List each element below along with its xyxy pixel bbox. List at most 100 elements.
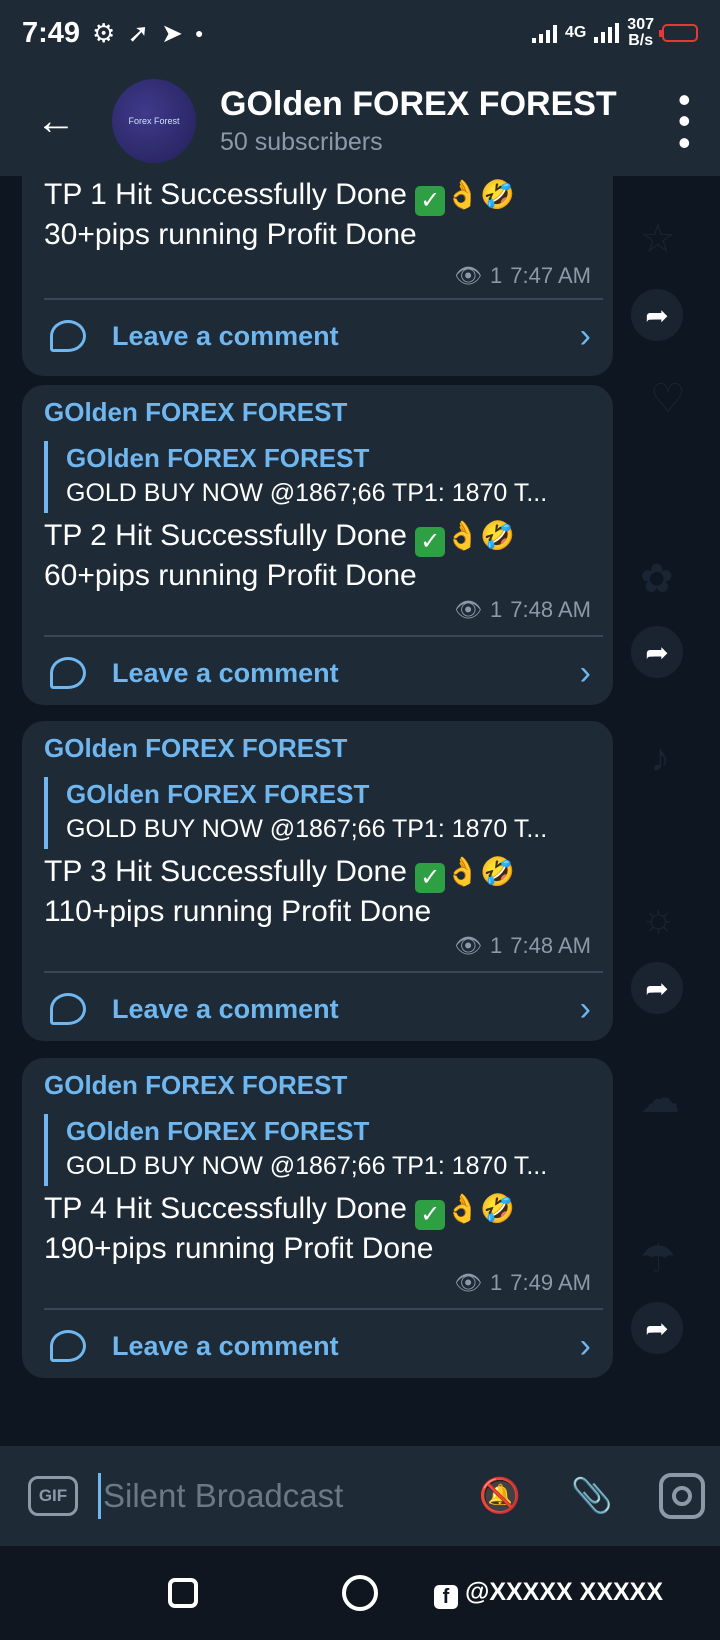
notification-dot-icon: ● <box>194 25 204 41</box>
background-note-icon: ♪ <box>650 736 670 780</box>
message-author[interactable]: GOlden FOREX FOREST <box>44 733 347 764</box>
channel-info[interactable]: GOlden FOREX FOREST 50 subscribers <box>220 85 617 157</box>
message-time: 7:48 AM <box>510 597 591 622</box>
ok-hand-emoji: 👌 <box>445 179 481 210</box>
views-eye-icon: 👁 <box>454 1270 483 1295</box>
message-bubble[interactable]: TP 1 Hit Successfully Done ✓ 👌🤣 30+pips r… <box>22 176 613 376</box>
quote-author: GOlden FOREX FOREST <box>66 779 370 809</box>
views-eye-icon: 👁 <box>454 597 483 622</box>
home-button[interactable] <box>342 1575 378 1611</box>
ok-hand-emoji: 👌 <box>445 1193 481 1224</box>
more-options-icon[interactable]: • • • <box>678 81 691 160</box>
view-count: 1 <box>490 933 503 958</box>
quote-text: GOLD BUY NOW @1867;66 TP1: 1870 T... <box>66 815 548 843</box>
facebook-icon: f <box>434 1584 458 1609</box>
broadcast-input-bar: GIF Silent Broadcast 🔕 📎 <box>0 1446 720 1546</box>
message-bubble[interactable]: GOlden FOREX FOREST GOlden FOREX FOREST … <box>22 721 613 1041</box>
leave-comment-button[interactable]: Leave a comment › <box>50 645 591 701</box>
leave-comment-button[interactable]: Leave a comment › <box>50 981 591 1037</box>
signal-icon-secondary <box>594 23 620 43</box>
message-meta: 👁 1 7:48 AM <box>454 597 591 623</box>
reply-quote[interactable]: GOlden FOREX FOREST GOLD BUY NOW @1867;6… <box>44 777 604 849</box>
message-time: 7:49 AM <box>510 1270 591 1295</box>
message-text: TP 1 Hit Successfully Done ✓ 👌🤣 30+pips r… <box>44 178 516 251</box>
chevron-right-icon: › <box>579 653 591 692</box>
gif-button[interactable]: GIF <box>28 1476 78 1516</box>
bell-off-icon[interactable]: 🔕 <box>475 1476 525 1516</box>
quote-author: GOlden FOREX FOREST <box>66 443 370 473</box>
channel-avatar[interactable]: Forex Forest <box>112 79 196 163</box>
quote-text: GOLD BUY NOW @1867;66 TP1: 1870 T... <box>66 479 548 507</box>
telegram-icon: ➤ <box>161 18 183 48</box>
text-cursor <box>98 1473 101 1519</box>
check-emoji: ✓ <box>415 186 446 216</box>
background-heart-icon: ♡ <box>650 377 686 421</box>
ok-hand-emoji: 👌 <box>445 856 481 887</box>
message-author[interactable]: GOlden FOREX FOREST <box>44 1070 347 1101</box>
quote-author: GOlden FOREX FOREST <box>66 1116 370 1146</box>
back-arrow-icon[interactable]: ← <box>28 93 84 149</box>
reply-quote[interactable]: GOlden FOREX FOREST GOLD BUY NOW @1867;6… <box>44 441 604 513</box>
message-author[interactable]: GOlden FOREX FOREST <box>44 397 347 428</box>
settings-icon: ⚙ <box>92 18 116 48</box>
message-bubble[interactable]: GOlden FOREX FOREST GOlden FOREX FOREST … <box>22 1058 613 1378</box>
leave-comment-button[interactable]: Leave a comment › <box>50 1318 591 1374</box>
message-meta: 👁 1 7:48 AM <box>454 933 591 959</box>
message-time: 7:47 AM <box>510 263 591 288</box>
divider <box>44 1308 603 1310</box>
avatar-logo-text: Forex Forest <box>128 116 180 126</box>
attach-paperclip-icon[interactable]: 📎 <box>567 1476 617 1516</box>
divider <box>44 971 603 973</box>
message-input[interactable]: Silent Broadcast <box>103 1477 433 1515</box>
message-text: TP 2 Hit Successfully Done ✓ 👌🤣 60+pips r… <box>44 519 516 592</box>
background-sun-icon: ☼ <box>640 896 677 940</box>
divider <box>44 635 603 637</box>
background-flower-icon: ✿ <box>640 557 674 601</box>
channel-header: ← Forex Forest GOlden FOREX FOREST 50 su… <box>0 66 720 176</box>
chevron-right-icon: › <box>579 1326 591 1365</box>
net-speed: 307 B/s <box>627 16 654 49</box>
share-button[interactable]: ➦ <box>631 1302 683 1354</box>
status-bar: 7:49 ⚙ ➚ ➤ ● 4G 307 B/s <box>0 0 720 66</box>
chat-area[interactable]: ☆ ♡ ✿ ♪ ☼ ☁ ☂ TP 1 Hit Successfully Done… <box>0 176 720 1446</box>
rofl-emoji: 🤣 <box>480 520 516 551</box>
system-nav-bar: f @XXXXX XXXXX <box>0 1546 720 1640</box>
comment-label: Leave a comment <box>112 993 339 1024</box>
views-eye-icon: 👁 <box>454 933 483 958</box>
rofl-emoji: 🤣 <box>480 1193 516 1224</box>
check-emoji: ✓ <box>415 863 446 893</box>
quote-text: GOLD BUY NOW @1867;66 TP1: 1870 T... <box>66 1152 548 1180</box>
leave-comment-button[interactable]: Leave a comment › <box>50 308 591 364</box>
check-emoji: ✓ <box>415 527 446 557</box>
comment-label: Leave a comment <box>112 657 339 688</box>
comment-bubble-icon <box>50 993 86 1025</box>
comment-label: Leave a comment <box>112 1330 339 1361</box>
ok-hand-emoji: 👌 <box>445 520 481 551</box>
comment-bubble-icon <box>50 320 86 352</box>
message-bubble[interactable]: GOlden FOREX FOREST GOlden FOREX FOREST … <box>22 385 613 705</box>
camera-icon[interactable] <box>659 1473 705 1519</box>
chevron-right-icon: › <box>579 316 591 355</box>
comment-bubble-icon <box>50 1330 86 1362</box>
message-meta: 👁 1 7:47 AM <box>454 263 591 289</box>
comment-label: Leave a comment <box>112 320 339 351</box>
share-button[interactable]: ➦ <box>631 962 683 1014</box>
reply-quote[interactable]: GOlden FOREX FOREST GOLD BUY NOW @1867;6… <box>44 1114 604 1186</box>
divider <box>44 298 603 300</box>
share-button[interactable]: ➦ <box>631 626 683 678</box>
share-button[interactable]: ➦ <box>631 289 683 341</box>
subscriber-count: 50 subscribers <box>220 128 383 156</box>
chevron-right-icon: › <box>579 989 591 1028</box>
battery-icon <box>659 24 698 42</box>
watermark: f @XXXXX XXXXX <box>434 1578 663 1609</box>
background-star-icon: ☆ <box>640 217 676 261</box>
views-eye-icon: 👁 <box>454 263 483 288</box>
channel-title: GOlden FOREX FOREST <box>220 85 617 123</box>
signal-icon <box>531 23 557 43</box>
telegram-outline-icon: ➚ <box>127 18 150 48</box>
background-cloud-icon: ☁ <box>640 1077 680 1121</box>
message-meta: 👁 1 7:49 AM <box>454 1270 591 1296</box>
rofl-emoji: 🤣 <box>480 179 516 210</box>
recents-button[interactable] <box>168 1578 198 1608</box>
view-count: 1 <box>490 1270 503 1295</box>
